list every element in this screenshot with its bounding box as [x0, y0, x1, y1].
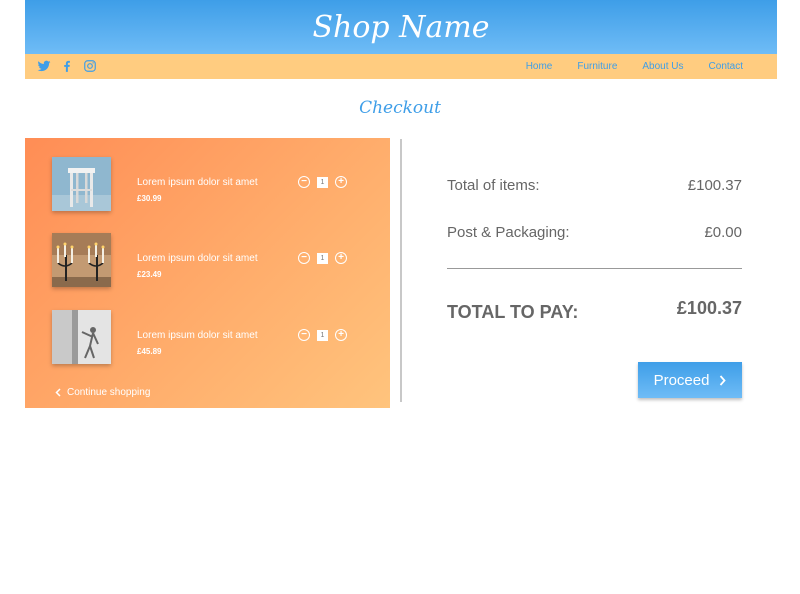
continue-shopping-link[interactable]: Continue shopping	[55, 387, 150, 398]
quantity-input[interactable]: 1	[317, 176, 328, 188]
facebook-icon[interactable]	[60, 59, 74, 73]
postage-row: Post & Packaging: £0.00	[447, 224, 742, 241]
chevron-right-icon	[720, 374, 727, 386]
item-name: Lorem ipsum dolor sit amet	[137, 177, 258, 188]
minus-button[interactable]: −	[298, 329, 310, 341]
item-price: £45.89	[137, 347, 162, 356]
proceed-label: Proceed	[653, 371, 710, 389]
nav-furniture-link[interactable]: Furniture	[577, 61, 617, 72]
total-to-pay-label: TOTAL TO PAY:	[447, 302, 579, 322]
cart-item: Lorem ipsum dolor sit amet £45.89 − 1 +	[52, 310, 362, 364]
quantity-stepper: − 1 +	[298, 252, 347, 264]
vertical-divider	[400, 139, 402, 402]
plus-button[interactable]: +	[335, 176, 347, 188]
page-title: Checkout	[359, 98, 441, 118]
items-total-row: Total of items: £100.37	[447, 177, 742, 194]
shop-name[interactable]: Shop Name	[312, 10, 489, 45]
quantity-stepper: − 1 +	[298, 329, 347, 341]
nav-bar: Home Furniture About Us Contact	[25, 54, 777, 79]
candelabra-photo	[52, 233, 111, 287]
nav-links: Home Furniture About Us Contact	[501, 54, 743, 79]
nav-about-link[interactable]: About Us	[642, 61, 683, 72]
quantity-input[interactable]: 1	[317, 329, 328, 341]
quantity-input[interactable]: 1	[317, 252, 328, 264]
postage-value: £0.00	[704, 224, 742, 241]
instagram-icon[interactable]	[83, 59, 97, 73]
cart-item: Lorem ipsum dolor sit amet £30.99 − 1 +	[52, 157, 362, 211]
total-to-pay-value: £100.37	[676, 298, 742, 318]
plus-button[interactable]: +	[335, 252, 347, 264]
item-name: Lorem ipsum dolor sit amet	[137, 253, 258, 264]
nav-contact-link[interactable]: Contact	[709, 61, 743, 72]
item-price: £23.49	[137, 270, 162, 279]
stool-photo	[52, 157, 111, 211]
proceed-button[interactable]: Proceed	[638, 362, 742, 398]
site-header: Shop Name	[25, 0, 777, 54]
postage-label: Post & Packaging:	[447, 224, 570, 241]
quantity-stepper: − 1 +	[298, 176, 347, 188]
item-price: £30.99	[137, 194, 162, 203]
figurine-photo	[52, 310, 111, 364]
cart-panel: Lorem ipsum dolor sit amet £30.99 − 1 +	[25, 138, 390, 408]
nav-home-link[interactable]: Home	[526, 61, 553, 72]
social-links	[37, 59, 97, 73]
minus-button[interactable]: −	[298, 176, 310, 188]
plus-button[interactable]: +	[335, 329, 347, 341]
cart-item: Lorem ipsum dolor sit amet £23.49 − 1 +	[52, 233, 362, 287]
items-total-label: Total of items:	[447, 177, 540, 194]
chevron-left-icon	[55, 388, 61, 397]
summary-divider	[447, 268, 742, 269]
minus-button[interactable]: −	[298, 252, 310, 264]
continue-shopping-label: Continue shopping	[67, 387, 151, 398]
twitter-icon[interactable]	[37, 59, 51, 73]
item-name: Lorem ipsum dolor sit amet	[137, 330, 258, 341]
items-total-value: £100.37	[687, 177, 742, 194]
